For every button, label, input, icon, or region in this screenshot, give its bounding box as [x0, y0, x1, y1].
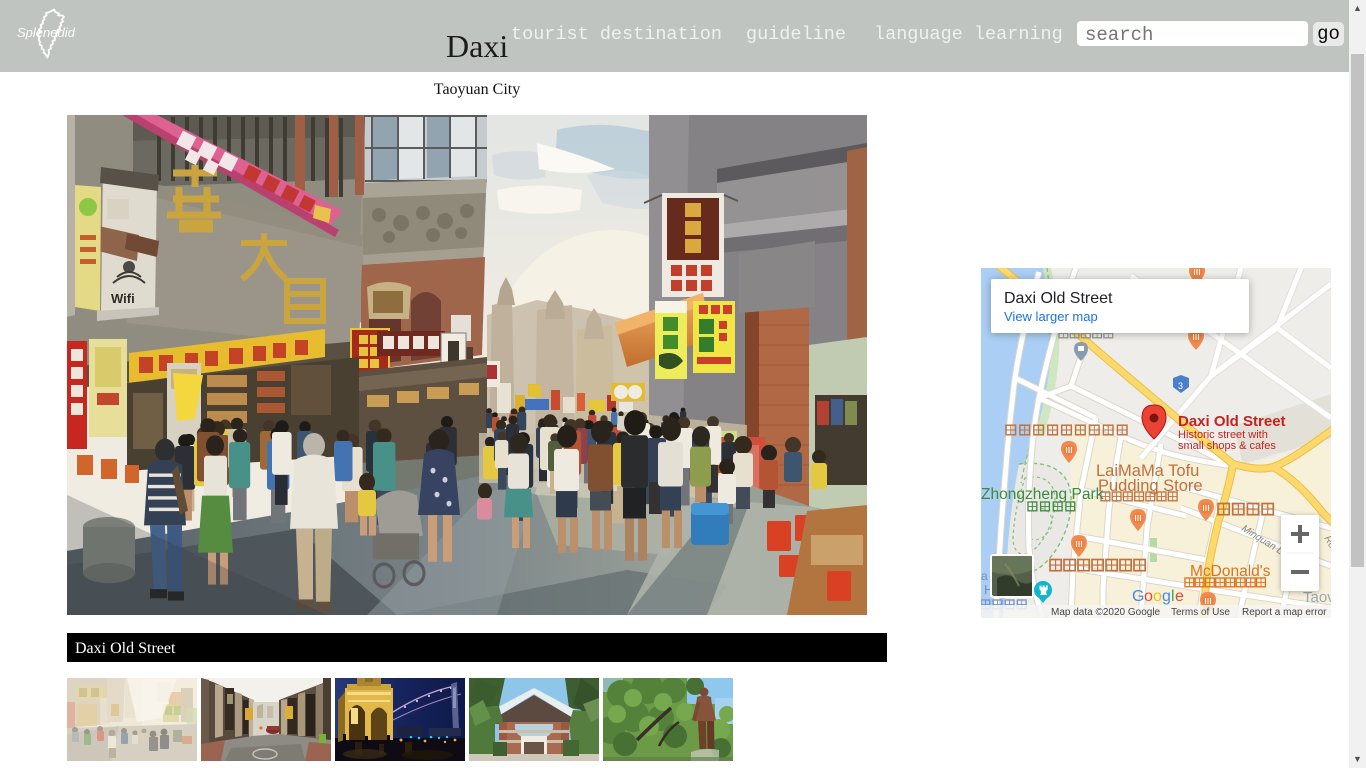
svg-text:Report a map error: Report a map error — [1242, 607, 1327, 618]
svg-text:e: e — [1175, 588, 1184, 605]
svg-text:a: a — [981, 569, 988, 583]
svg-text:View larger map: View larger map — [1004, 309, 1098, 324]
svg-text:G: G — [1132, 588, 1144, 605]
svg-text:Zhongzheng Park: Zhongzheng Park — [981, 486, 1104, 503]
svg-text:3: 3 — [1178, 381, 1183, 391]
svg-text:Map data ©2020 Google: Map data ©2020 Google — [1051, 607, 1161, 618]
svg-text:Terms of Use: Terms of Use — [1171, 607, 1230, 618]
svg-text:small shops & cafes: small shops & cafes — [1178, 440, 1276, 452]
svg-text:Splenedid: Splenedid — [17, 25, 76, 40]
svg-text:Daxi Old Street: Daxi Old Street — [1178, 413, 1286, 430]
svg-text:g: g — [1162, 588, 1171, 605]
svg-text:o: o — [1144, 588, 1153, 605]
svg-text:Taov: Taov — [1303, 589, 1331, 606]
svg-text:Daxi Old Street: Daxi Old Street — [1004, 290, 1113, 307]
svg-text:o: o — [1153, 588, 1162, 605]
